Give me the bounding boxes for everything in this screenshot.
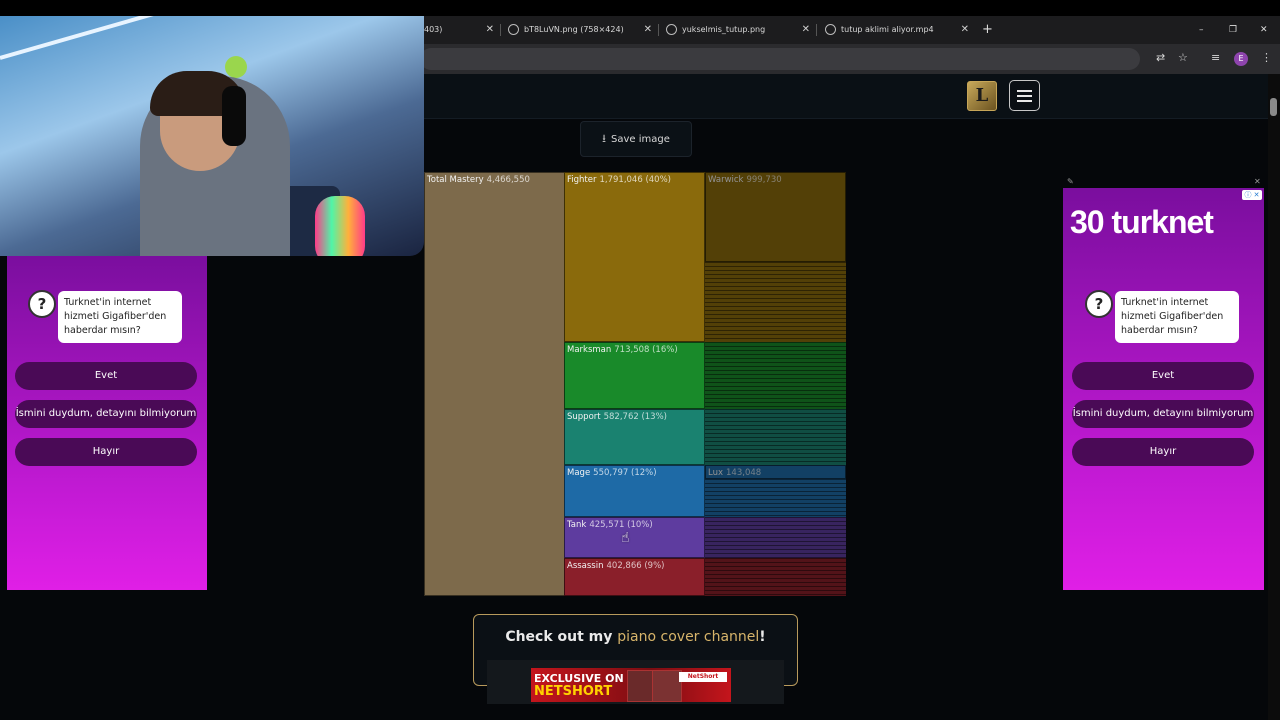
- answer-no-button[interactable]: Hayır: [15, 438, 197, 466]
- cell-name: Assassin: [567, 561, 604, 571]
- cell-name: Warwick: [708, 175, 744, 185]
- new-tab-button[interactable]: +: [982, 16, 993, 44]
- cell-value: 550,797 (12%): [593, 468, 657, 478]
- address-bar[interactable]: [420, 48, 1140, 70]
- browser-tab[interactable]: bT8LuVN.png (758×424) ✕: [508, 16, 652, 44]
- answer-heard-button[interactable]: İsmini duydum, detayını bilmiyorum: [15, 400, 197, 428]
- cell-name: Lux: [708, 468, 724, 478]
- treemap-role-mage[interactable]: Mage 550,797 (12%): [564, 465, 705, 517]
- tab-close-icon[interactable]: ✕: [644, 16, 652, 44]
- treemap-role-fighter[interactable]: Fighter 1,791,046 (40%): [564, 172, 705, 342]
- treemap-champion-group[interactable]: [705, 342, 846, 409]
- ad-question: Turknet'in internet hizmeti Gigafiber'de…: [58, 291, 182, 343]
- headset-icon: [222, 86, 246, 146]
- treemap-champion-group[interactable]: [705, 517, 846, 558]
- treemap-role-marksman[interactable]: Marksman 713,508 (16%): [564, 342, 705, 409]
- turknet-logo: 30 turknet: [1070, 204, 1214, 240]
- mouse-cursor-icon: ☝: [621, 530, 630, 546]
- answer-yes-button[interactable]: Evet: [15, 362, 197, 390]
- tab-close-icon[interactable]: ✕: [802, 16, 810, 44]
- hamburger-menu-button[interactable]: [1009, 80, 1040, 111]
- save-image-button[interactable]: ⭳ Save image: [580, 121, 692, 157]
- answer-heard-button[interactable]: İsmini duydum, detayını bilmiyorum: [1072, 400, 1254, 428]
- treemap-champion-warwick[interactable]: Warwick 999,730: [705, 172, 846, 262]
- translate-icon[interactable]: ⇄: [1156, 51, 1165, 64]
- cell-value: 402,866 (9%): [606, 561, 665, 571]
- bookmark-star-icon[interactable]: ☆: [1178, 51, 1188, 64]
- browser-tab[interactable]: 403) ✕: [424, 16, 494, 44]
- cell-value: 1,791,046 (40%): [599, 175, 671, 185]
- treemap-role-tank[interactable]: Tank 425,571 (10%): [564, 517, 705, 558]
- answer-no-button[interactable]: Hayır: [1072, 438, 1254, 466]
- cell-value: 999,730: [746, 175, 782, 185]
- promo-suffix: !: [759, 629, 766, 645]
- tab-title: 403): [424, 25, 443, 34]
- treemap-root-cell[interactable]: Total Mastery 4,466,550: [424, 172, 565, 596]
- ad-brand: NETSHORT: [534, 684, 613, 699]
- cell-name: Mage: [567, 468, 591, 478]
- minimize-icon[interactable]: –: [1199, 16, 1204, 44]
- cell-value: 143,048: [726, 468, 762, 478]
- piano-channel-link[interactable]: piano cover channel: [617, 629, 759, 645]
- cell-value: 4,466,550: [486, 175, 530, 185]
- cell-name: Total Mastery: [427, 175, 484, 185]
- cell-name: Tank: [567, 520, 587, 530]
- ad-marker-icon: ✎: [1067, 177, 1074, 186]
- webcam-figure: [225, 56, 247, 78]
- page-scrollbar[interactable]: [1268, 74, 1280, 720]
- globe-icon: [825, 24, 836, 35]
- globe-icon: [508, 24, 519, 35]
- question-icon: ?: [1085, 290, 1113, 318]
- tab-close-icon[interactable]: ✕: [961, 16, 969, 44]
- treemap-role-support[interactable]: Support 582,762 (13%): [564, 409, 705, 465]
- treemap-champion-lux[interactable]: Lux 143,048: [705, 465, 846, 479]
- cell-name: Fighter: [567, 175, 597, 185]
- cell-name: Support: [567, 412, 601, 422]
- microphone-icon: [315, 196, 365, 256]
- ad-close-icon[interactable]: ✕: [1254, 177, 1261, 186]
- webcam-shelf-light: [0, 16, 409, 60]
- maximize-icon[interactable]: ❐: [1229, 16, 1237, 44]
- cell-name: Marksman: [567, 345, 612, 355]
- cell-value: 425,571 (10%): [589, 520, 653, 530]
- top-strip: [0, 0, 1280, 16]
- answer-yes-button[interactable]: Evet: [1072, 362, 1254, 390]
- browser-tab[interactable]: yukselmis_tutup.png (928×791) ✕: [666, 16, 810, 62]
- tab-close-icon[interactable]: ✕: [486, 16, 494, 44]
- browser-menu-icon[interactable]: ⋮: [1261, 51, 1272, 64]
- netshort-ad[interactable]: EXCLUSIVE ON NETSHORT NetShort: [487, 660, 784, 704]
- tab-separator: [500, 24, 501, 36]
- promo-prefix: Check out my: [505, 629, 618, 645]
- treemap-champion-group[interactable]: [705, 409, 846, 465]
- save-image-label: Save image: [610, 134, 670, 145]
- tab-separator: [658, 24, 659, 36]
- treemap-champion-group[interactable]: [705, 558, 846, 596]
- ad-thumbnail: [652, 670, 682, 702]
- download-icon: ⭳: [602, 132, 606, 145]
- tab-title: tutup aklimi aliyor.mp4: [841, 25, 934, 34]
- cell-value: 582,762 (13%): [603, 412, 667, 422]
- browser-tab[interactable]: tutup aklimi aliyor.mp4 ✕: [825, 16, 969, 44]
- tab-title: bT8LuVN.png (758×424): [524, 25, 624, 34]
- site-logo[interactable]: L: [967, 81, 997, 111]
- treemap-champion-group[interactable]: [705, 262, 846, 342]
- tab-separator: [816, 24, 817, 36]
- media-control-icon[interactable]: ≡: [1211, 51, 1220, 64]
- treemap-role-assassin[interactable]: Assassin 402,866 (9%): [564, 558, 705, 596]
- globe-icon: [666, 24, 677, 35]
- scrollbar-thumb[interactable]: [1270, 98, 1277, 116]
- ad-question: Turknet'in internet hizmeti Gigafiber'de…: [1115, 291, 1239, 343]
- question-icon: ?: [28, 290, 56, 318]
- close-window-icon[interactable]: ✕: [1260, 16, 1268, 44]
- treemap-champion-group[interactable]: [705, 479, 846, 517]
- webcam-overlay: [0, 16, 424, 256]
- ad-logo: NetShort: [679, 672, 727, 682]
- adchoices-icon[interactable]: ⓘ ✕: [1242, 190, 1262, 200]
- profile-avatar[interactable]: E: [1234, 52, 1248, 66]
- cell-value: 713,508 (16%): [614, 345, 678, 355]
